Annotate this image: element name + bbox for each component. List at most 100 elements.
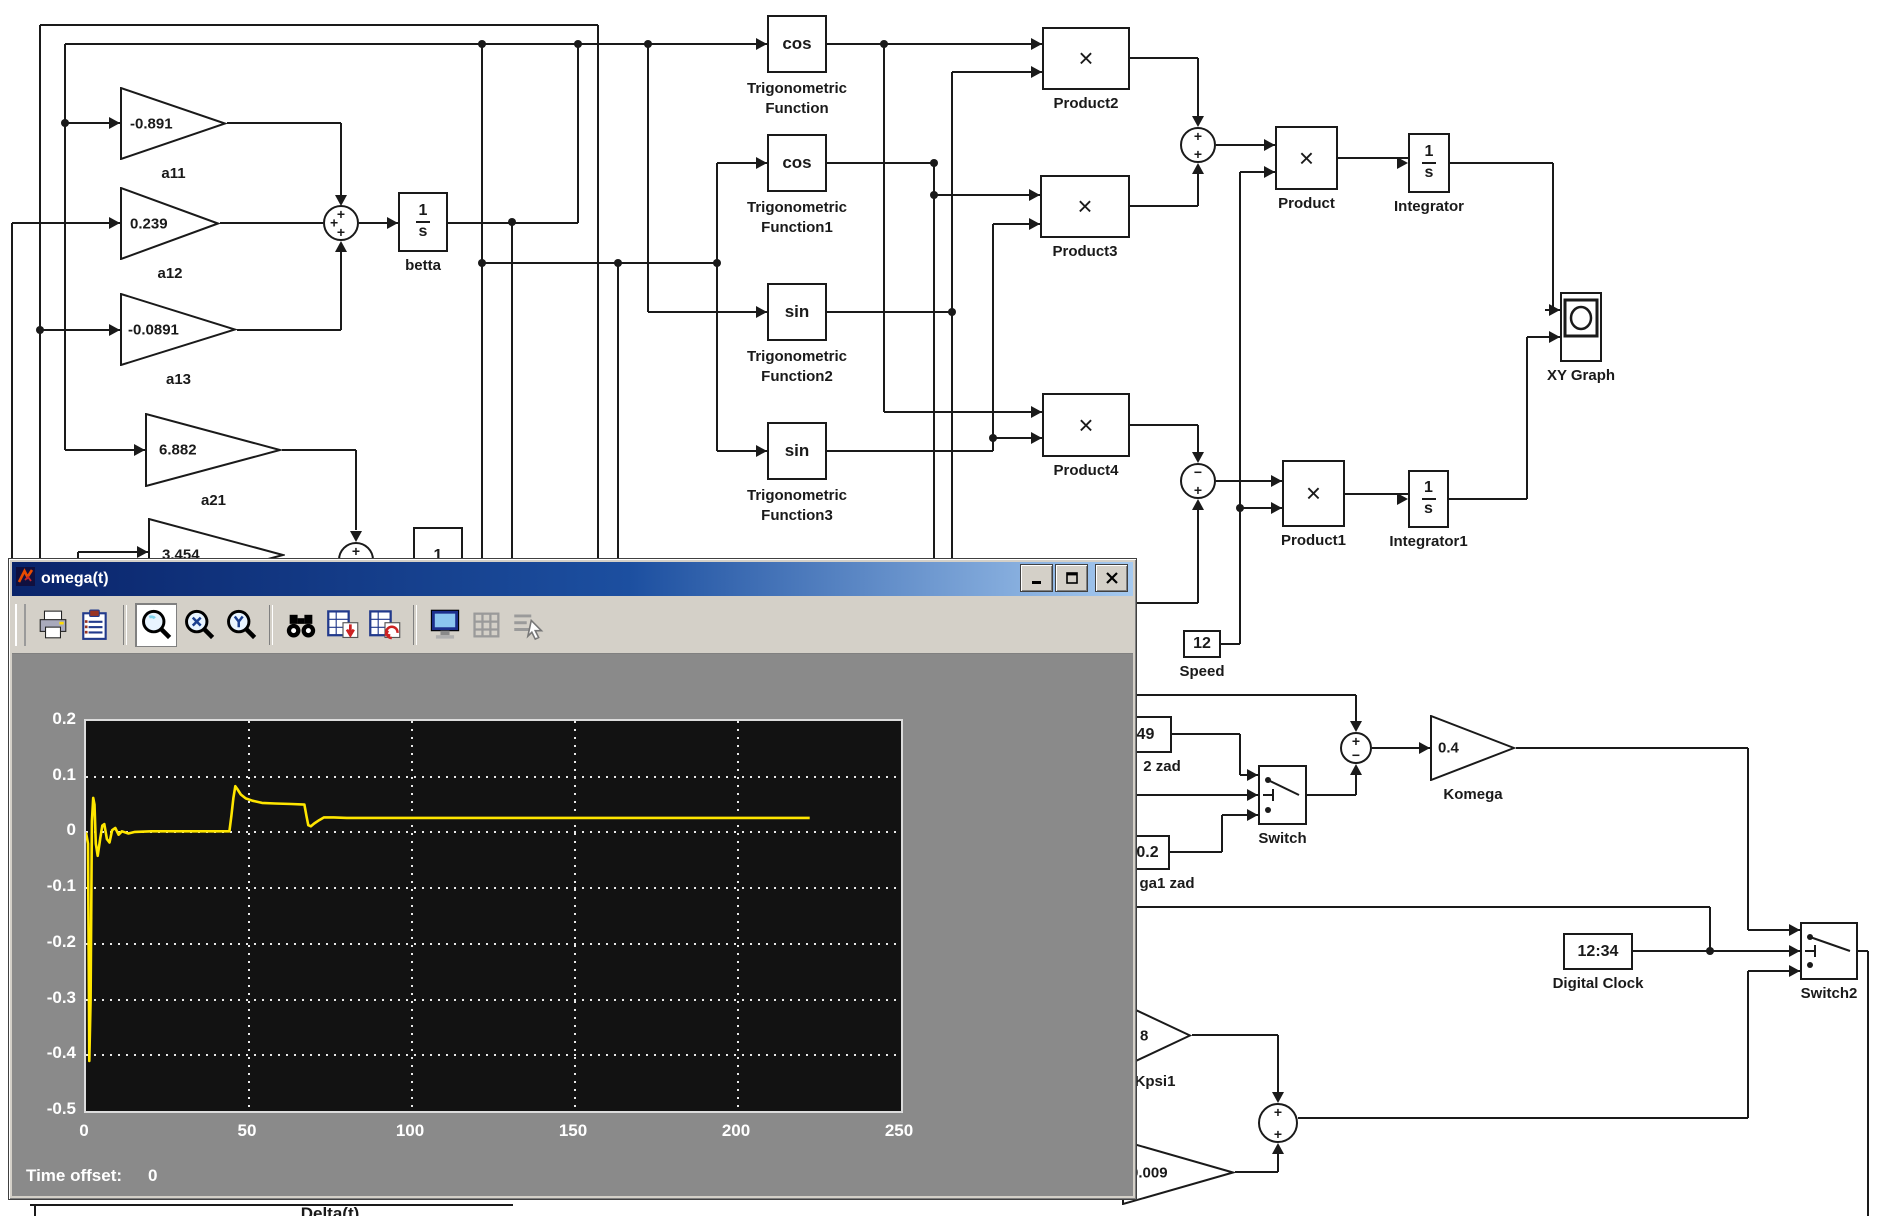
time-offset-status: Time offset:0 — [26, 1166, 158, 1186]
wire — [1197, 174, 1199, 206]
wire — [933, 163, 935, 558]
wire-junction — [1706, 947, 1714, 955]
gain-a21[interactable]: 6.882 — [145, 413, 282, 487]
wire — [1239, 172, 1241, 644]
wire-junction — [36, 326, 44, 334]
integrator-label: Integrator — [1349, 198, 1509, 215]
wire-junction — [478, 40, 486, 48]
x-tick-label: 50 — [217, 1121, 277, 1141]
trig-fn3[interactable]: sin — [767, 422, 827, 480]
integrator-betta[interactable]: 1s — [398, 192, 448, 252]
zoom-y-icon[interactable] — [221, 604, 261, 646]
wire — [1355, 695, 1357, 721]
wire — [934, 194, 1040, 196]
const-speed[interactable]: 12 — [1183, 630, 1221, 658]
y-tick-label: -0.3 — [28, 988, 76, 1008]
integrator[interactable]: 1s — [1408, 133, 1450, 193]
toolbar-separator — [269, 605, 273, 645]
digital-clock[interactable]: 12:34 — [1563, 933, 1633, 970]
gain-komega[interactable]: 0.4 — [1430, 715, 1516, 781]
autoscale-icon[interactable] — [281, 604, 321, 646]
sum-upper[interactable]: ++ — [1180, 127, 1216, 163]
sum-lower[interactable]: −+ — [1180, 463, 1216, 499]
sum-beta[interactable]: +++ — [323, 205, 359, 241]
close-button[interactable] — [1095, 564, 1128, 592]
wire-arrow — [756, 38, 767, 50]
x-tick-label: 200 — [706, 1121, 766, 1141]
wire-arrow — [1031, 38, 1042, 50]
trig-fn1[interactable]: cos — [767, 134, 827, 192]
wire — [1516, 747, 1748, 749]
scope-window[interactable]: omega(t) 0.20.10-0.1-0.2-0.3-0.4-0.50501… — [8, 558, 1137, 1200]
product1[interactable]: × — [1282, 460, 1345, 527]
restore-axes-icon[interactable] — [365, 604, 405, 646]
trig-fn2[interactable]: sin — [767, 283, 827, 341]
gain-a13[interactable]: -0.0891 — [120, 293, 237, 366]
gain-komega-label: Komega — [1393, 786, 1553, 803]
y-tick-label: -0.5 — [28, 1099, 76, 1119]
x-tick-label: 0 — [54, 1121, 114, 1141]
wire-junction — [61, 119, 69, 127]
switch[interactable] — [1258, 765, 1307, 825]
gain-a12-value: 0.239 — [130, 215, 168, 232]
gain-a11[interactable]: -0.891 — [120, 87, 227, 160]
wire-arrow — [756, 306, 767, 318]
floating-scope-icon[interactable] — [425, 604, 465, 646]
time-offset-label: Time offset: — [26, 1166, 122, 1185]
digital-clock-label: Digital Clock — [1518, 975, 1678, 992]
simulink-workspace: -0.891a110.239a12-0.0891a136.882a213.454… — [0, 0, 1890, 1216]
wire-arrow — [1549, 304, 1560, 316]
wire-arrow — [137, 546, 148, 558]
product2[interactable]: × — [1042, 27, 1130, 90]
y-tick-label: 0.2 — [28, 709, 76, 729]
product4[interactable]: × — [1042, 393, 1130, 457]
signal-selection-icon — [509, 604, 549, 646]
wire — [1235, 1171, 1278, 1173]
integrator1[interactable]: 1s — [1408, 470, 1449, 528]
wire — [1552, 163, 1554, 310]
zoom-icon[interactable] — [135, 603, 177, 647]
wire — [617, 263, 619, 558]
wire — [1277, 1035, 1279, 1092]
sum-err[interactable]: +− — [1340, 732, 1372, 764]
wire — [355, 450, 357, 530]
printer-icon[interactable] — [33, 604, 73, 646]
y-tick-label: -0.1 — [28, 876, 76, 896]
wire-junction — [930, 191, 938, 199]
wire — [827, 162, 934, 164]
product[interactable]: × — [1275, 126, 1338, 190]
xy-graph[interactable] — [1560, 292, 1602, 362]
wire — [1197, 510, 1199, 603]
wire — [1197, 425, 1199, 452]
wire — [39, 25, 41, 558]
scope-titlebar[interactable]: omega(t) — [12, 562, 1133, 596]
maximize-button[interactable] — [1055, 564, 1088, 592]
wire-arrow — [1247, 809, 1258, 821]
product3[interactable]: × — [1040, 175, 1130, 238]
xy-graph-label: XY Graph — [1501, 367, 1661, 384]
wire — [577, 44, 579, 223]
save-axes-icon[interactable] — [323, 604, 363, 646]
wire — [648, 311, 767, 313]
wire-junction — [713, 259, 721, 267]
x-tick-label: 150 — [543, 1121, 603, 1141]
zoom-x-icon[interactable] — [179, 604, 219, 646]
integrator1-label: Integrator1 — [1349, 533, 1509, 550]
wire — [227, 122, 341, 124]
minimize-button[interactable] — [1020, 564, 1053, 592]
gain-a12[interactable]: 0.239 — [120, 187, 220, 260]
sum-kpsi[interactable]: ++ — [1258, 1103, 1298, 1143]
sum-lower-sign-bottom: + — [1194, 482, 1202, 498]
sum-upper-sign-bottom: + — [1194, 146, 1202, 162]
trig-fn[interactable]: cos — [767, 15, 827, 73]
gain-k0009[interactable]: 0.009 — [1122, 1140, 1235, 1205]
toolbar-drag-handle[interactable] — [15, 604, 26, 646]
wire-junction — [1236, 504, 1244, 512]
wire-arrow — [350, 531, 362, 542]
parameters-icon[interactable] — [75, 604, 115, 646]
wire-arrow — [1192, 499, 1204, 510]
switch-label: Switch — [1203, 830, 1363, 847]
wire — [64, 44, 66, 450]
integrator-betta-label: betta — [343, 257, 503, 274]
switch2[interactable] — [1800, 922, 1858, 980]
